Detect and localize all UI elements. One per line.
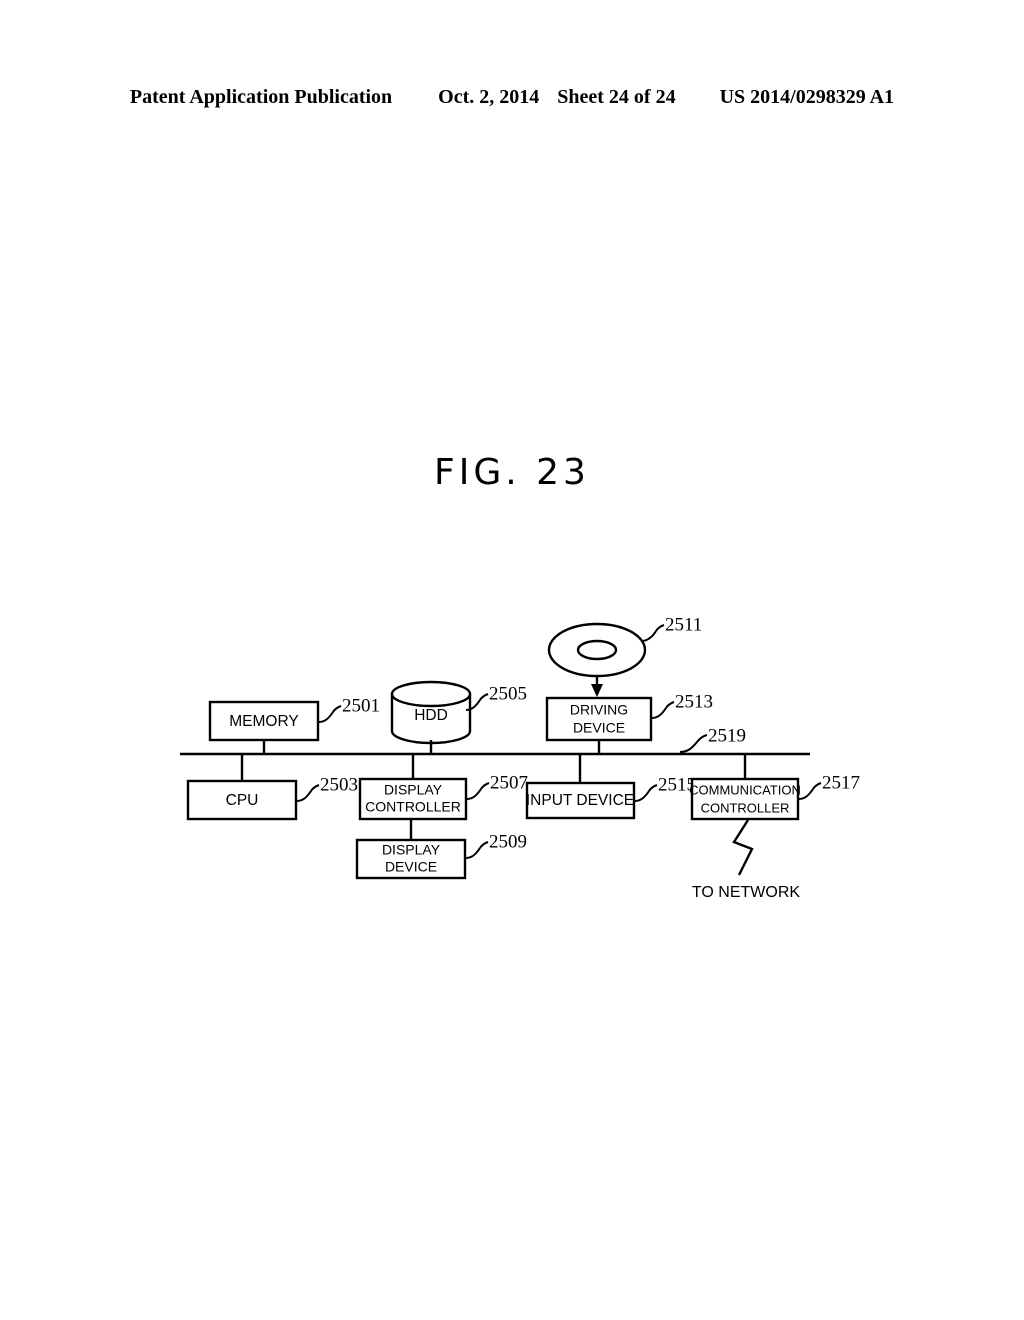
display-controller-label-line2: CONTROLLER (365, 799, 461, 815)
driving-device-label-line2: DEVICE (573, 720, 625, 736)
driving-device-label-line1: DRIVING (570, 702, 628, 718)
display-controller-ref-number: 2507 (490, 772, 528, 793)
input-device-label: INPUT DEVICE (526, 792, 634, 809)
cpu-ref-number: 2503 (320, 774, 358, 795)
display-controller-ref-leader (466, 782, 490, 800)
display-device-ref-leader (465, 841, 489, 859)
memory-ref-leader (318, 705, 342, 723)
disk-insert-arrow (591, 676, 603, 697)
communication-controller-label-line1: COMMUNICATION (689, 782, 801, 797)
system-block-diagram: 2519 MEMORY 2501 CPU 2503 HDD 2505 DISPL… (180, 614, 860, 901)
network-lightning-icon (732, 819, 754, 876)
memory-ref-number: 2501 (342, 695, 380, 716)
memory-label: MEMORY (229, 713, 298, 730)
driving-device-ref-leader (651, 701, 675, 719)
network-label: TO NETWORK (692, 884, 800, 901)
communication-controller-ref-leader (798, 782, 822, 800)
driving-device-ref-number: 2513 (675, 691, 713, 712)
display-device-ref-number: 2509 (489, 831, 527, 852)
removable-disk-media (547, 622, 647, 678)
removable-disk-ref-leader (642, 624, 665, 642)
display-device-label-line2: DEVICE (385, 859, 437, 875)
removable-disk-ref-number: 2511 (665, 614, 702, 635)
cpu-label: CPU (226, 792, 259, 809)
cpu-ref-leader (296, 784, 320, 802)
communication-controller-label-line2: CONTROLLER (701, 800, 790, 815)
bus-ref-leader (679, 734, 708, 753)
input-device-ref-leader (634, 784, 658, 802)
display-device-label-line1: DISPLAY (382, 842, 441, 858)
communication-controller-ref-number: 2517 (822, 772, 860, 793)
patent-page: Patent Application Publication Oct. 2, 20… (0, 0, 1024, 1320)
hdd-ref-number: 2505 (489, 683, 527, 704)
hdd-label: HDD (414, 707, 448, 724)
bus-ref-number: 2519 (708, 725, 746, 746)
display-controller-label-line1: DISPLAY (384, 782, 443, 798)
